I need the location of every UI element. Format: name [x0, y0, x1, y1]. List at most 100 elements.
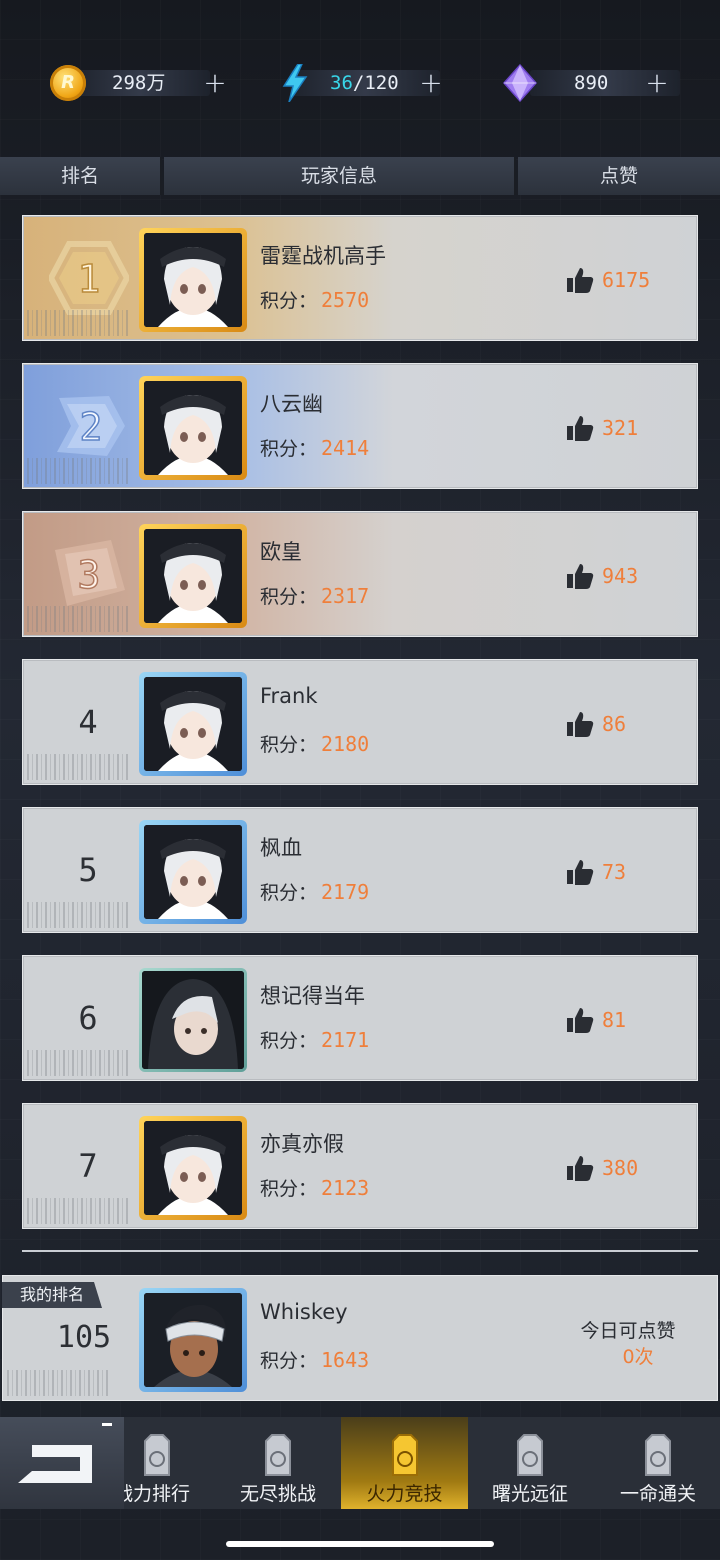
my-rank-row: 我的排名 105 Whiskey 积分： 1643 今日可点赞 0次 [2, 1275, 718, 1401]
player-score: 积分： 2570 [260, 286, 369, 313]
avatar[interactable] [139, 228, 247, 332]
player-score: 积分： 2171 [260, 1026, 369, 1053]
tab-dawn-expedition[interactable]: 曙光远征 [468, 1417, 592, 1509]
thumbs-up-icon [567, 268, 594, 293]
tower-icon [265, 1434, 291, 1476]
likes-today-count: 0次 [622, 1346, 654, 1368]
rank-number: 3 [78, 553, 101, 597]
like-count: 321 [602, 416, 639, 440]
character-portrait-icon [144, 677, 242, 771]
avatar[interactable] [139, 820, 247, 924]
character-portrait-icon [144, 529, 242, 623]
back-button[interactable] [0, 1417, 124, 1509]
ranking-row[interactable]: 3 欧皇 积分： 2317 943 [22, 511, 698, 637]
gems-resource: 890 + [470, 58, 710, 108]
avatar[interactable] [139, 524, 247, 628]
ranking-row[interactable]: 1 雷霆战机高手 积分： 2570 6175 [22, 215, 698, 341]
score-value: 2180 [321, 732, 370, 756]
header-likes: 点赞 [518, 157, 720, 195]
player-score: 积分： 2414 [260, 434, 369, 461]
like-count: 380 [602, 1156, 639, 1180]
score-label: 积分： [260, 882, 318, 904]
tab-firepower-arena[interactable]: 火力竞技 [341, 1417, 468, 1509]
character-portrait-icon [144, 825, 242, 919]
ranking-row[interactable]: 4 Frank 积分： 2180 86 [22, 659, 698, 785]
decorative-barcode [27, 458, 131, 484]
hooded-character-portrait-icon [142, 971, 244, 1069]
likes-today-label: 今日可点赞 [580, 1320, 676, 1342]
score-label: 积分： [260, 290, 318, 312]
coins-value: 298万 [112, 72, 166, 94]
tower-icon [391, 1434, 418, 1476]
gold-medal-icon: 1 [49, 241, 129, 315]
score-value: 2171 [321, 1028, 370, 1052]
energy-value: 36/120 [330, 70, 399, 96]
player-name: 亦真亦假 [260, 1132, 344, 1156]
gem-icon [502, 64, 538, 102]
player-name: 欧皇 [260, 540, 302, 564]
helmet-character-portrait-icon [144, 1293, 242, 1387]
avatar-image [144, 825, 242, 919]
score-value: 2570 [321, 288, 370, 312]
character-portrait-icon [144, 233, 242, 327]
home-indicator[interactable] [226, 1541, 494, 1547]
like-count: 86 [602, 712, 627, 736]
tab-power-ranking[interactable]: 战力排行 [124, 1417, 190, 1509]
score-value: 1643 [321, 1348, 370, 1372]
score-label: 积分： [260, 438, 318, 460]
ranking-row[interactable]: 7 亦真亦假 积分： 2123 380 [22, 1103, 698, 1229]
rank-number: 5 [78, 851, 98, 889]
score-label: 积分： [260, 1030, 318, 1052]
bronze-medal-icon: 3 [55, 540, 125, 606]
thumbs-up-icon [567, 712, 594, 737]
tower-icon [517, 1434, 543, 1476]
add-gems-button[interactable]: + [642, 66, 672, 100]
avatar-image [144, 233, 242, 327]
tab-endless-challenge[interactable]: 无尽挑战 [216, 1417, 340, 1509]
thumbs-up-icon [567, 564, 594, 589]
add-coins-button[interactable]: + [200, 66, 230, 100]
my-avatar[interactable] [139, 1288, 247, 1392]
thumbs-up-icon [567, 1156, 594, 1181]
score-label: 积分： [260, 1178, 318, 1200]
decorative-barcode [27, 310, 131, 336]
player-score: 积分： 2179 [260, 878, 369, 905]
rank-number: 7 [78, 1147, 98, 1185]
avatar-image [144, 1121, 242, 1215]
ranking-row[interactable]: 2 八云幽 积分： 2414 321 [22, 363, 698, 489]
avatar-image [144, 1293, 242, 1387]
silver-medal-icon: 2 [57, 396, 125, 456]
player-score: 积分： 2180 [260, 730, 369, 757]
avatar[interactable] [139, 672, 247, 776]
bottom-nav: 战力排行 无尽挑战 火力竞技 曙光远征 一命通关 [0, 1417, 720, 1509]
ranking-row[interactable]: 5 枫血 积分： 2179 73 [22, 807, 698, 933]
player-name: 雷霆战机高手 [260, 244, 386, 268]
tab-label: 一命通关 [619, 1483, 696, 1505]
back-arrow-icon [18, 1423, 112, 1483]
character-portrait-icon [144, 381, 242, 475]
like-count: 943 [602, 564, 639, 588]
my-rank-number: 105 [56, 1320, 112, 1355]
score-value: 2414 [321, 436, 370, 460]
avatar-image [142, 971, 244, 1069]
player-name: 枫血 [260, 836, 302, 860]
resource-bar: 298万 + 36/120 + 890 + [0, 58, 720, 108]
my-player-name: Whiskey [260, 1300, 348, 1324]
rank-number: 4 [78, 703, 98, 741]
tab-one-life-clear[interactable]: 一命通关 [596, 1417, 720, 1509]
score-value: 2123 [321, 1176, 370, 1200]
score-label: 积分： [260, 586, 318, 608]
avatar[interactable] [139, 1116, 247, 1220]
avatar[interactable] [139, 968, 247, 1072]
avatar-image [144, 529, 242, 623]
tab-label: 无尽挑战 [239, 1483, 316, 1505]
rank-number: 2 [80, 405, 103, 449]
avatar[interactable] [139, 376, 247, 480]
ranking-row[interactable]: 6 想记得当年 积分： 2171 81 [22, 955, 698, 1081]
character-portrait-icon [144, 1121, 242, 1215]
thumbs-up-icon [567, 416, 594, 441]
header-rank: 排名 [0, 157, 162, 195]
my-player-score: 积分： 1643 [260, 1346, 369, 1373]
divider [22, 1250, 698, 1252]
add-energy-button[interactable]: + [416, 66, 446, 100]
